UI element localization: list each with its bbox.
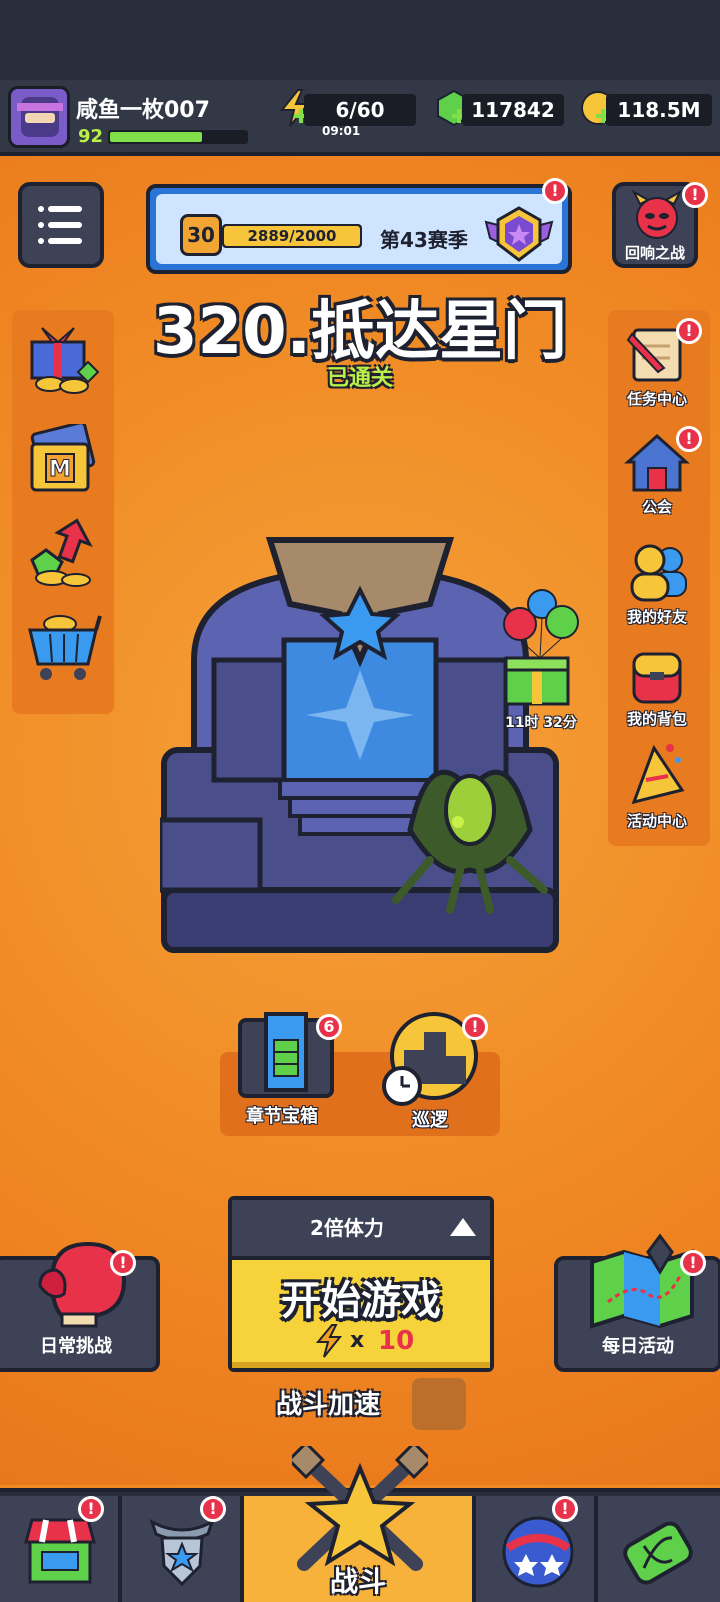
guild-alert-badge: ! xyxy=(676,426,702,452)
nav-evolution[interactable] xyxy=(598,1496,720,1602)
shop-cart-icon[interactable] xyxy=(24,606,104,686)
nav-battle-label: 战斗 xyxy=(329,1565,386,1598)
treasure-map-icon xyxy=(590,1233,694,1329)
gem-counter: 117842 xyxy=(462,94,564,126)
season-name: 第43赛季 xyxy=(380,228,468,252)
season-alert-badge: ! xyxy=(542,178,568,204)
echo-battle-label: 回响之战 xyxy=(624,244,685,262)
shield-amulet-icon xyxy=(149,1518,215,1587)
nav-equipment[interactable] xyxy=(122,1496,244,1602)
season-pass-panel[interactable]: 30 2889/2000 第43赛季 xyxy=(146,184,572,274)
coin-counter: 118.5M xyxy=(606,94,712,126)
patrol-label: 巡逻 xyxy=(412,1110,448,1131)
daily-activity-alert-badge: ! xyxy=(680,1250,706,1276)
patrol-alert-badge: ! xyxy=(462,1014,488,1040)
start-game-panel: 2倍体力 开始游戏 x 10 xyxy=(228,1196,494,1372)
daily-challenge-alert-badge: ! xyxy=(110,1250,136,1276)
party-popper-icon xyxy=(631,744,685,805)
nav-equipment-alert-badge: ! xyxy=(200,1496,226,1522)
backpack-label: 我的背包 xyxy=(626,710,687,728)
chapter-chest-count-badge: 6 xyxy=(316,1014,342,1040)
top-resource-bar: 咸鱼一枚007 92 6/60 09:01 117842 118.5M xyxy=(0,80,720,156)
energy-counter: 6/60 xyxy=(304,94,416,126)
friends-button[interactable]: 我的好友 xyxy=(614,542,700,628)
expand-triangle-icon[interactable] xyxy=(450,1218,476,1236)
gift-pack-icon[interactable] xyxy=(22,324,102,396)
star-orb-icon xyxy=(502,1516,574,1588)
start-game-button[interactable]: 开始游戏 x 10 xyxy=(232,1260,490,1368)
season-progress-text: 2889/2000 xyxy=(247,227,337,245)
demon-icon xyxy=(631,190,683,239)
start-game-label: 开始游戏 xyxy=(281,1278,441,1324)
echo-battle-alert-badge: ! xyxy=(682,182,708,208)
balloon-gift-timer: 11时 32分 xyxy=(505,715,577,731)
device-status-bar xyxy=(0,0,720,80)
daily-activity-label: 每日活动 xyxy=(602,1336,674,1357)
event-center-label: 活动中心 xyxy=(626,812,687,830)
chapter-chest-label: 章节宝箱 xyxy=(246,1106,318,1127)
friends-icon xyxy=(630,544,687,602)
player-level: 92 xyxy=(78,126,104,147)
crossed-swords-star-icon xyxy=(292,1446,428,1571)
backpack-button[interactable]: 我的背包 xyxy=(614,644,700,730)
season-level: 30 xyxy=(180,214,222,256)
energy-timer: 09:01 xyxy=(322,124,361,138)
nav-shop[interactable] xyxy=(0,1496,122,1602)
event-center-button[interactable]: 活动中心 xyxy=(614,738,700,834)
energy-cost-icon xyxy=(315,1324,343,1358)
task-center-label: 任务中心 xyxy=(626,390,687,408)
friends-label: 我的好友 xyxy=(626,608,687,626)
bottom-navigation: 战斗 xyxy=(0,1446,720,1602)
shop-stall-icon xyxy=(24,1518,96,1584)
battle-speed-toggle[interactable] xyxy=(412,1378,466,1430)
svg-text:M: M xyxy=(49,457,71,482)
player-avatar[interactable] xyxy=(8,86,70,148)
backpack-icon xyxy=(632,652,682,704)
task-center-alert-badge: ! xyxy=(676,318,702,344)
balloon-gift-icon[interactable] xyxy=(500,588,582,714)
energy-cost-multiplier: x xyxy=(350,1328,365,1353)
nav-shop-alert-badge: ! xyxy=(78,1496,104,1522)
nav-talents-alert-badge: ! xyxy=(552,1496,578,1522)
daily-challenge-button[interactable]: 日常挑战 xyxy=(0,1241,160,1372)
dna-capsule-icon xyxy=(623,1521,693,1585)
player-xp-bar xyxy=(108,130,248,144)
daily-challenge-label: 日常挑战 xyxy=(40,1336,112,1357)
main-menu-button[interactable] xyxy=(18,182,104,268)
season-progress-bar: 2889/2000 xyxy=(222,224,362,248)
energy-cost-value: 10 xyxy=(378,1326,415,1356)
player-name: 咸鱼一枚007 xyxy=(76,98,210,123)
battle-speed-label: 战斗加速 xyxy=(276,1390,381,1420)
nav-battle[interactable]: 战斗 xyxy=(244,1446,476,1602)
monthly-card-icon[interactable]: M xyxy=(22,424,102,500)
nav-talents[interactable] xyxy=(476,1496,598,1602)
season-rank-badge-icon xyxy=(484,206,554,262)
growth-fund-icon[interactable] xyxy=(24,514,104,590)
guild-label: 公会 xyxy=(641,498,672,516)
